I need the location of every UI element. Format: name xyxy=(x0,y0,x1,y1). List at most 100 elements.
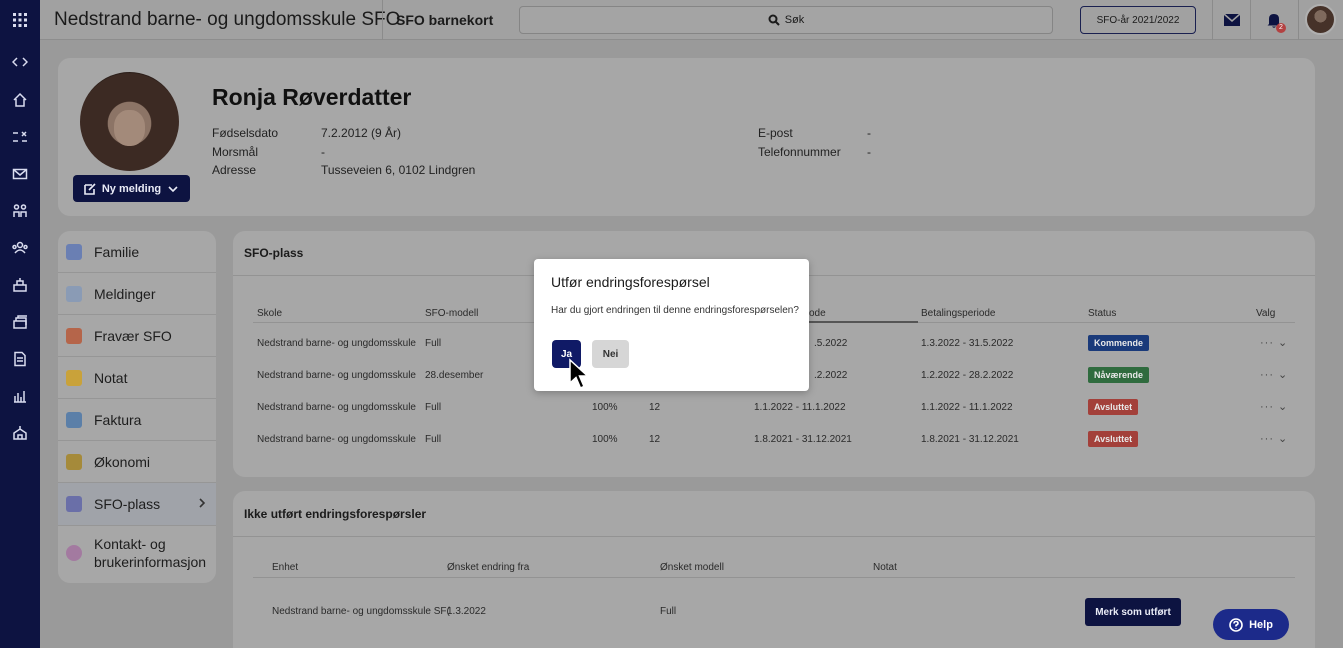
help-button[interactable]: Help xyxy=(1213,609,1289,640)
address-label: Adresse xyxy=(212,163,257,177)
language-value: - xyxy=(321,145,325,159)
number-cell: 12 xyxy=(649,434,661,445)
nav-label: Økonomi xyxy=(94,453,151,470)
dialog-text: Har du gjort endringen til denne endring… xyxy=(551,305,799,316)
page-title: SFO barnekort xyxy=(396,12,494,28)
phone-label: Telefonnummer xyxy=(758,145,841,159)
panel-title: SFO-plass xyxy=(244,246,304,260)
compose-icon xyxy=(84,182,96,195)
header-divider xyxy=(253,577,1295,578)
new-message-button[interactable]: Ny melding xyxy=(73,175,190,202)
nav-item-faktura[interactable]: Faktura xyxy=(58,399,216,441)
nav-item-okonomi[interactable]: Økonomi xyxy=(58,441,216,483)
side-nav: Familie Meldinger Fravær SFO Notat Faktu… xyxy=(58,231,216,583)
nav-label: SFO-plass xyxy=(94,496,161,512)
status-badge: Nåværende xyxy=(1088,367,1150,383)
contact-icon xyxy=(66,545,82,561)
dialog-title: Utfør endringsforespørsel xyxy=(551,274,710,290)
column-header: SFO-modell xyxy=(425,308,479,319)
percent-cell: 100% xyxy=(592,402,618,413)
nav-item-sfo-plass[interactable]: SFO-plass xyxy=(58,483,216,526)
unit-cell: Nedstrand barne- og ungdomsskule SF( xyxy=(272,606,450,617)
student-photo xyxy=(80,72,179,171)
address-value: Tusseveien 6, 0102 Lindgren xyxy=(321,163,476,177)
school-year-button[interactable]: SFO-år 2021/2022 xyxy=(1080,6,1196,34)
period-cell: .5.2022 xyxy=(814,338,848,349)
apps-icon[interactable] xyxy=(0,6,40,34)
column-header: ode xyxy=(809,308,826,319)
row-options-button[interactable]: ··· ⌄ xyxy=(1260,336,1288,349)
nav-item-notat[interactable]: Notat xyxy=(58,357,216,399)
nav-label: Faktura xyxy=(94,411,142,428)
column-header: Skole xyxy=(257,308,283,319)
row-options-button[interactable]: ··· ⌄ xyxy=(1260,368,1288,381)
nav-item-meldinger[interactable]: Meldinger xyxy=(58,273,216,315)
home-icon[interactable] xyxy=(0,86,40,114)
search-icon xyxy=(768,14,780,26)
school-cell: Nedstrand barne- og ungdomsskule xyxy=(257,402,416,413)
period-cell: 1.8.2021 - 31.12.2021 xyxy=(754,434,852,445)
phone-value: - xyxy=(867,145,871,159)
payment-cell: 1.8.2021 - 31.12.2021 xyxy=(921,434,1019,445)
period-cell: 1.1.2022 - 11.1.2022 xyxy=(754,402,846,413)
compare-icon[interactable] xyxy=(0,123,40,151)
student-name: Ronja Røverdatter xyxy=(212,84,412,110)
nav-item-kontakt[interactable]: Kontakt- og brukerinformasjon xyxy=(58,526,216,580)
number-cell: 12 xyxy=(649,402,661,413)
nav-item-familie[interactable]: Familie xyxy=(58,231,216,273)
place-icon xyxy=(66,496,82,512)
code-icon[interactable] xyxy=(0,48,40,76)
nav-label: Fravær SFO xyxy=(94,327,172,344)
notification-badge: 2 xyxy=(1276,23,1286,33)
groups-icon[interactable] xyxy=(0,197,40,225)
economy-icon xyxy=(66,453,82,470)
left-rail xyxy=(0,0,40,648)
nav-label: Notat xyxy=(94,369,128,386)
mark-done-button[interactable]: Merk som utført xyxy=(1085,598,1181,626)
email-label: E-post xyxy=(758,126,793,140)
row-options-button[interactable]: ··· ⌄ xyxy=(1260,432,1288,445)
row-options-button[interactable]: ··· ⌄ xyxy=(1260,400,1288,413)
mouse-cursor-icon xyxy=(569,358,590,389)
mail-icon[interactable] xyxy=(0,160,40,188)
school-icon[interactable] xyxy=(0,419,40,447)
people-icon[interactable] xyxy=(0,234,40,262)
school-cell: Nedstrand barne- og ungdomsskule xyxy=(257,370,416,381)
percent-cell: 100% xyxy=(592,434,618,445)
search-input[interactable]: Søk xyxy=(519,6,1053,34)
status-badge: Avsluttet xyxy=(1088,399,1139,415)
model-cell: Full xyxy=(425,338,442,349)
nav-label: Kontakt- og brukerinformasjon xyxy=(94,536,207,570)
column-header: Valg xyxy=(1256,308,1276,319)
user-avatar[interactable] xyxy=(1305,4,1336,35)
chart-icon[interactable] xyxy=(0,382,40,410)
status-badge: Kommende xyxy=(1088,335,1150,351)
stack-icon[interactable] xyxy=(0,308,40,336)
divider xyxy=(1298,0,1299,40)
new-message-label: Ny melding xyxy=(101,182,162,195)
nav-item-fravaer[interactable]: Fravær SFO xyxy=(58,315,216,357)
school-cell: Nedstrand barne- og ungdomsskule xyxy=(257,434,416,445)
birth-label: Fødselsdato xyxy=(212,126,279,140)
nav-label: Familie xyxy=(94,243,140,260)
divider xyxy=(1250,0,1251,40)
family-icon xyxy=(66,243,82,260)
column-header: Status xyxy=(1088,308,1117,319)
birth-value: 7.2.2012 (9 År) xyxy=(321,126,402,140)
help-label: Help xyxy=(1249,618,1273,631)
question-icon xyxy=(1229,617,1243,632)
column-header: Enhet xyxy=(272,562,299,573)
nav-label: Meldinger xyxy=(94,285,156,302)
mail-icon[interactable] xyxy=(1223,11,1241,34)
period-cell: .2.2022 xyxy=(814,370,848,381)
no-button[interactable]: Nei xyxy=(592,340,629,368)
payment-cell: 1.3.2022 - 31.5.2022 xyxy=(921,338,1014,349)
column-header: Betalingsperiode xyxy=(921,308,996,319)
school-cell: Nedstrand barne- og ungdomsskule xyxy=(257,338,416,349)
change-requests-panel: Ikke utført endringsforespørsler Enhet Ø… xyxy=(233,491,1315,648)
column-header: Notat xyxy=(873,562,897,573)
message-icon xyxy=(66,285,82,302)
building-icon[interactable] xyxy=(0,271,40,299)
profile-card: Ny melding Ronja Røverdatter Fødselsdato… xyxy=(58,58,1315,216)
document-icon[interactable] xyxy=(0,345,40,373)
